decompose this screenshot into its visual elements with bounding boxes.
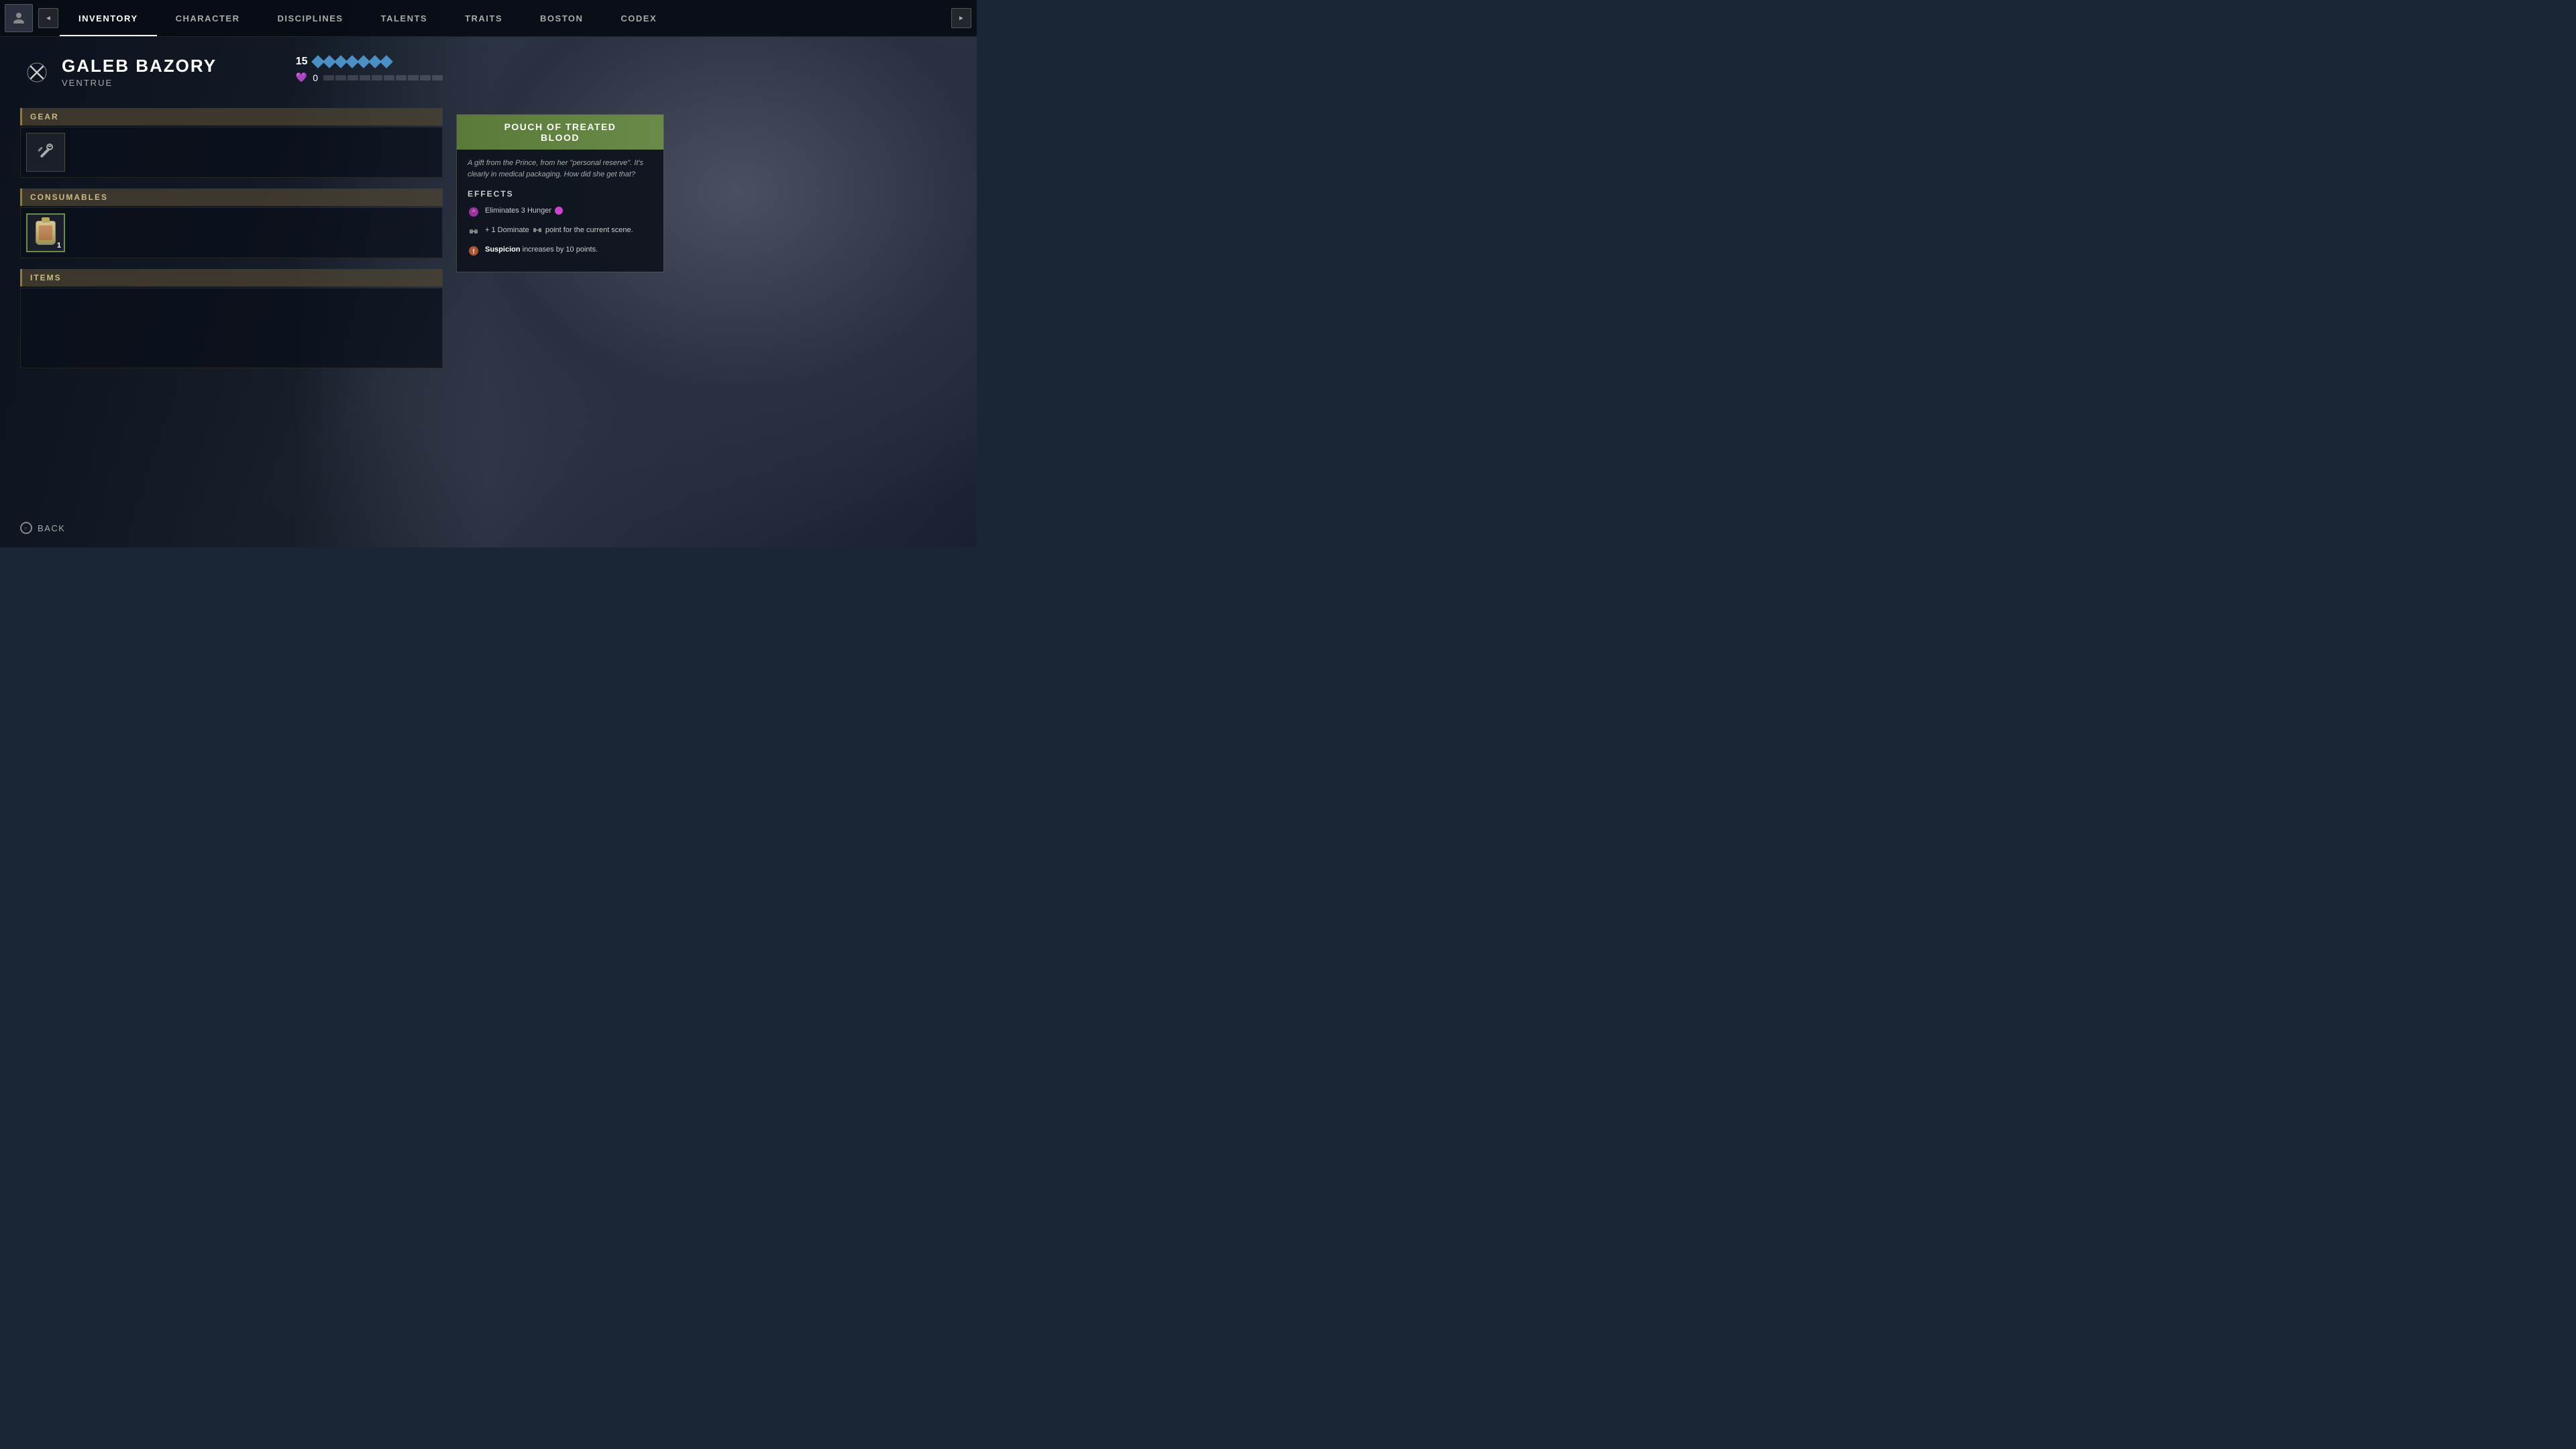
- nav-portrait-container: [0, 0, 37, 37]
- dominate-effect-icon: [468, 225, 480, 237]
- tooltip-title: POUCH OF TREATED BLOOD: [468, 121, 653, 143]
- nav-items: INVENTORY CHARACTER DISCIPLINES TALENTS …: [60, 0, 951, 36]
- tooltip-header: POUCH OF TREATED BLOOD: [457, 115, 663, 150]
- consumable-item-slot[interactable]: 1: [26, 213, 65, 252]
- hunger-pip: [347, 75, 358, 80]
- suspicion-effect-icon: !: [468, 245, 480, 257]
- items-inventory-area: [20, 288, 443, 368]
- nav-item-codex[interactable]: CODEX: [602, 0, 676, 36]
- hunger-pip: [396, 75, 407, 80]
- main-content: GALEB BAZORY VENTRUE 15 💜 0 GEAR: [0, 37, 456, 547]
- hunger-pip: [335, 75, 346, 80]
- gear-inventory-area: [20, 127, 443, 178]
- character-name: GALEB BAZORY: [62, 56, 289, 76]
- hunger-pip: [323, 75, 334, 80]
- nav-item-traits[interactable]: TRAITS: [446, 0, 521, 36]
- back-label: BACK: [38, 523, 65, 533]
- svg-text:!: !: [472, 248, 474, 256]
- nav-item-boston[interactable]: BOSTON: [521, 0, 602, 36]
- dominate-inline-icon: [533, 225, 542, 235]
- character-stats: 15 💜 0: [296, 56, 443, 83]
- hunger-number: 0: [313, 72, 318, 83]
- xp-pips: [313, 57, 391, 66]
- hunger-inline-icon: [555, 207, 563, 215]
- effect-text-dominate: + 1 Dominate point for the current scene…: [485, 225, 653, 236]
- dominate-icon: [468, 226, 479, 237]
- character-info: GALEB BAZORY VENTRUE: [62, 56, 289, 88]
- effect-text-hunger: Eliminates 3 Hunger: [485, 205, 653, 217]
- blood-pouch-icon: [36, 221, 56, 245]
- hunger-pip: [384, 75, 394, 80]
- portrait-icon: [11, 10, 27, 26]
- hunger-pip: [360, 75, 370, 80]
- nav-bar: ◄ INVENTORY CHARACTER DISCIPLINES TALENT…: [0, 0, 977, 37]
- hunger-bar: [323, 75, 443, 80]
- nav-item-character[interactable]: CHARACTER: [157, 0, 259, 36]
- xp-pip: [380, 55, 393, 68]
- level-number: 15: [296, 56, 308, 68]
- tooltip-panel: POUCH OF TREATED BLOOD A gift from the P…: [456, 114, 664, 272]
- back-button[interactable]: ○ BACK: [20, 522, 65, 534]
- character-clan: VENTRUE: [62, 78, 289, 88]
- nav-next-button[interactable]: ►: [951, 8, 971, 28]
- back-circle-icon: ○: [20, 522, 32, 534]
- blood-pouch-inner: [39, 225, 52, 240]
- nav-prev-button[interactable]: ◄: [38, 8, 58, 28]
- effect-text-suspicion: Suspicion increases by 10 points.: [485, 244, 653, 256]
- effect-row-suspicion: ! Suspicion increases by 10 points.: [468, 244, 653, 257]
- gear-section-header: GEAR: [20, 108, 443, 125]
- consumables-section: CONSUMABLES 1: [20, 189, 443, 258]
- tooltip-description: A gift from the Prince, from her "person…: [468, 158, 653, 180]
- close-button[interactable]: [20, 56, 54, 89]
- consumables-section-header: CONSUMABLES: [20, 189, 443, 206]
- hunger-pip: [408, 75, 419, 80]
- gear-section: GEAR: [20, 108, 443, 178]
- item-count: 1: [57, 241, 61, 250]
- hunger-pip: [420, 75, 431, 80]
- items-section: ITEMS: [20, 269, 443, 368]
- effect-row-dominate: + 1 Dominate point for the current scene…: [468, 225, 653, 237]
- nav-item-disciplines[interactable]: DISCIPLINES: [258, 0, 362, 36]
- suspicion-icon: !: [468, 246, 479, 256]
- nav-item-inventory[interactable]: INVENTORY: [60, 0, 157, 36]
- wrench-icon: [35, 142, 56, 163]
- hunger-icon: 💜: [296, 72, 307, 83]
- effect-row-hunger: Eliminates 3 Hunger: [468, 205, 653, 218]
- level-row: 15: [296, 56, 391, 68]
- close-icon: [26, 62, 48, 83]
- tooltip-body: A gift from the Prince, from her "person…: [457, 150, 663, 272]
- hunger-icon: [468, 207, 479, 217]
- items-section-header: ITEMS: [20, 269, 443, 286]
- hunger-row: 💜 0: [296, 72, 443, 83]
- hunger-pip: [432, 75, 443, 80]
- gear-item-slot[interactable]: [26, 133, 65, 172]
- nav-item-talents[interactable]: TALENTS: [362, 0, 446, 36]
- consumables-inventory-area: 1: [20, 207, 443, 258]
- tooltip-effects-header: EFFECTS: [468, 189, 653, 199]
- character-header: GALEB BAZORY VENTRUE 15 💜 0: [20, 50, 443, 95]
- hunger-effect-icon: [468, 206, 480, 218]
- character-portrait: [5, 4, 33, 32]
- hunger-pip: [372, 75, 382, 80]
